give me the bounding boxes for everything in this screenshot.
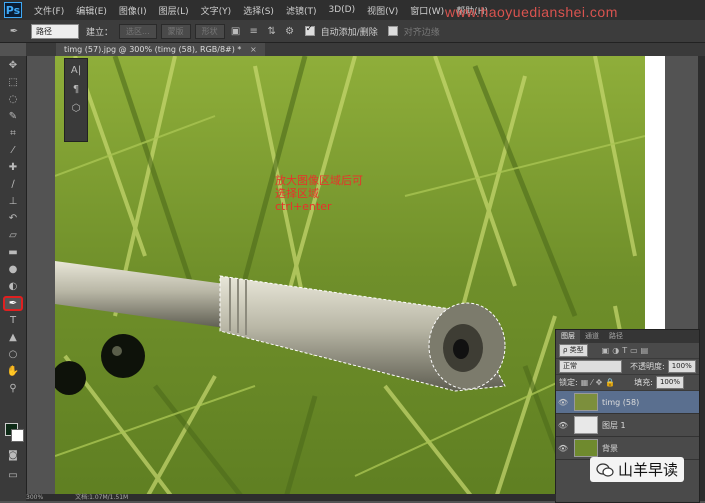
options-bar: ✒ 路径 建立： 选区... 蒙版 形状 ▣ ≡ ⇅ ⚙ 自动添加/删除 对齐边…	[0, 20, 705, 43]
make-selection-button[interactable]: 选区...	[119, 23, 157, 39]
zoom-tool-icon[interactable]: ⚲	[3, 381, 23, 396]
menu-edit[interactable]: 编辑(E)	[70, 4, 113, 17]
layer-name: 背景	[602, 443, 618, 453]
layer-name: timg (58)	[602, 397, 640, 407]
brand-logo: 山羊早读	[590, 457, 685, 482]
pen-tool-preset-icon[interactable]: ✒	[4, 24, 24, 39]
lasso-tool-icon[interactable]: ◌	[3, 92, 23, 107]
make-shape-button[interactable]: 形状	[194, 23, 225, 39]
floating-mini-panel: A| ¶ ⬡	[64, 58, 88, 142]
align-edges-label: 对齐边缘	[403, 27, 440, 38]
gradient-tool-icon[interactable]: ▬	[3, 245, 23, 260]
canvas-edge	[645, 56, 665, 331]
opacity-input[interactable]: 100%	[667, 360, 696, 373]
document-tab-bar: timg (57).jpg @ 300% (timg (58), RGB/8#)…	[26, 43, 705, 56]
eye-icon[interactable]: 👁	[556, 398, 570, 407]
screen-mode-icon[interactable]: ▭	[3, 468, 23, 483]
3d-panel-icon[interactable]: ⬡	[66, 101, 86, 116]
layers-panel-tabs: 图层 通道 路径	[556, 330, 699, 343]
lock-row: 锁定: ▦⁄✥🔒 填充: 100%	[556, 375, 699, 391]
tab-layers[interactable]: 图层	[556, 330, 580, 343]
opacity-label: 不透明度:	[630, 362, 665, 371]
layer-thumbnail	[574, 416, 598, 434]
pen-tool-icon[interactable]: ✒	[3, 296, 23, 311]
layer-filter-select[interactable]: ρ 类型	[559, 344, 588, 357]
photoshop-logo: Ps	[4, 2, 22, 18]
tools-panel: ✥ ⬚ ◌ ✎ ⌗ ⁄ ✚ ∕ ⊥ ↶ ▱ ▬ ● ◐ ✒ T ▲ ○ ✋ ⚲ …	[0, 56, 27, 501]
blend-row: 正常 不透明度: 100%	[556, 359, 699, 375]
lock-icons[interactable]: ▦⁄✥🔒	[581, 378, 619, 387]
tab-paths[interactable]: 路径	[604, 330, 628, 343]
blend-mode-select[interactable]: 正常	[559, 360, 622, 373]
make-label: 建立：	[86, 27, 114, 38]
document-size: 文档:1.07M/1.51M	[75, 494, 129, 501]
close-icon[interactable]: ×	[250, 45, 257, 54]
align-edges-checkbox[interactable]	[387, 26, 398, 36]
menu-select[interactable]: 选择(S)	[237, 4, 280, 17]
tutorial-annotation: 放大图像区域后可 选择区域 ctrl+enter	[275, 174, 363, 213]
menu-filter[interactable]: 滤镜(T)	[280, 4, 323, 17]
history-brush-tool-icon[interactable]: ↶	[3, 211, 23, 226]
make-mask-button[interactable]: 蒙版	[160, 23, 191, 39]
marquee-tool-icon[interactable]: ⬚	[3, 75, 23, 90]
menu-file[interactable]: 文件(F)	[28, 4, 70, 17]
layer-thumbnail	[574, 393, 598, 411]
layer-filter-row: ρ 类型 ▣◑T▭▤	[556, 343, 699, 359]
pen-mode-select[interactable]: 路径	[31, 23, 79, 39]
tab-channels[interactable]: 通道	[580, 330, 604, 343]
zoom-level[interactable]: 300%	[26, 494, 43, 501]
quick-mask-icon[interactable]: ◙	[3, 448, 23, 463]
menu-type[interactable]: 文字(Y)	[195, 4, 238, 17]
brand-logo-text: 山羊早读	[618, 461, 679, 479]
menu-window[interactable]: 窗口(W)	[404, 4, 450, 17]
blur-tool-icon[interactable]: ●	[3, 262, 23, 277]
document-tab-title: timg (57).jpg @ 300% (timg (58), RGB/8#)…	[64, 45, 242, 54]
background-color-swatch[interactable]	[11, 429, 24, 442]
fill-input[interactable]: 100%	[655, 376, 684, 389]
paragraph-panel-icon[interactable]: ¶	[66, 82, 86, 97]
quick-select-tool-icon[interactable]: ✎	[3, 109, 23, 124]
layer-row[interactable]: 👁 图层 1	[556, 414, 699, 437]
menu-layer[interactable]: 图层(L)	[153, 4, 195, 17]
crop-tool-icon[interactable]: ⌗	[3, 126, 23, 141]
layer-thumbnail	[574, 439, 598, 457]
path-alignment-icon[interactable]: ≡	[247, 24, 261, 39]
eraser-tool-icon[interactable]: ▱	[3, 228, 23, 243]
layer-row[interactable]: 👁 timg (58)	[556, 391, 699, 414]
path-arrangement-icon[interactable]: ⇅	[265, 24, 279, 39]
gear-icon[interactable]: ⚙	[283, 24, 297, 39]
layer-name: 图层 1	[602, 420, 626, 430]
dodge-tool-icon[interactable]: ◐	[3, 279, 23, 294]
hand-tool-icon[interactable]: ✋	[3, 364, 23, 379]
brush-tool-icon[interactable]: ∕	[3, 177, 23, 192]
character-panel-icon[interactable]: A|	[66, 63, 86, 78]
auto-add-delete-checkbox[interactable]	[304, 24, 315, 36]
ellipse-tool-icon[interactable]: ○	[3, 347, 23, 362]
eye-icon[interactable]: 👁	[556, 444, 570, 453]
path-selection-tool-icon[interactable]: ▲	[3, 330, 23, 345]
path-operations-icon[interactable]: ▣	[229, 24, 243, 39]
site-watermark: www.haoyuedianshei.com	[445, 4, 618, 20]
eyedropper-tool-icon[interactable]: ⁄	[3, 143, 23, 158]
menu-image[interactable]: 图像(I)	[113, 4, 153, 17]
clone-stamp-tool-icon[interactable]: ⊥	[3, 194, 23, 209]
move-tool-icon[interactable]: ✥	[3, 58, 23, 73]
fill-label: 填充:	[634, 378, 653, 387]
wechat-icon	[596, 462, 614, 477]
layer-filter-icons[interactable]: ▣◑T▭▤	[602, 346, 652, 355]
eye-icon[interactable]: 👁	[556, 421, 570, 430]
status-bar: 300% 文档:1.07M/1.51M	[26, 494, 556, 501]
document-tab[interactable]: timg (57).jpg @ 300% (timg (58), RGB/8#)…	[56, 43, 265, 56]
auto-add-delete-label: 自动添加/删除	[320, 27, 378, 38]
menu-view[interactable]: 视图(V)	[361, 4, 404, 17]
menu-3d[interactable]: 3D(D)	[322, 5, 361, 15]
lock-label: 锁定:	[559, 378, 578, 387]
healing-brush-tool-icon[interactable]: ✚	[3, 160, 23, 175]
type-tool-icon[interactable]: T	[3, 313, 23, 328]
